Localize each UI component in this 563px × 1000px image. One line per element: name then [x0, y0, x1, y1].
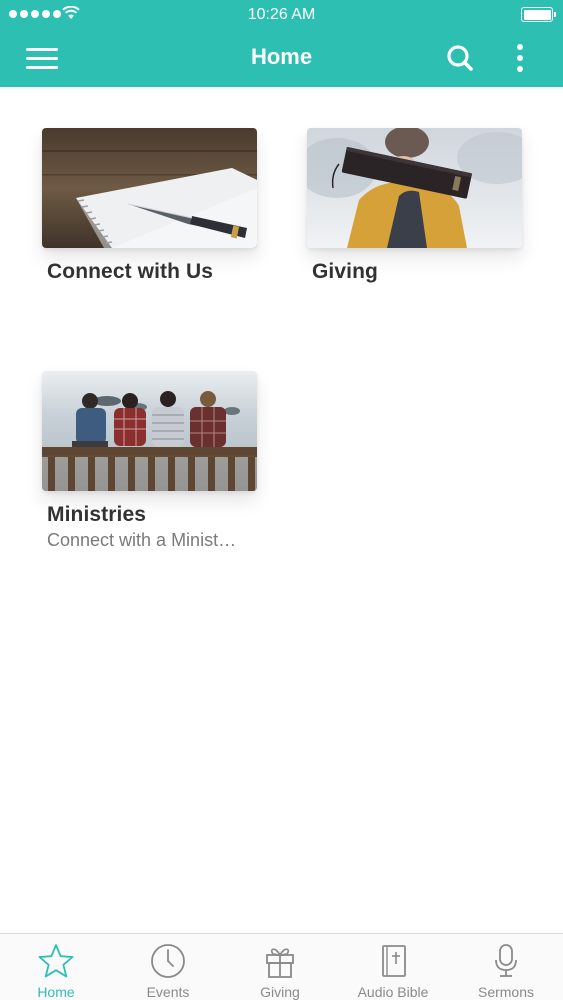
tile-title: Ministries — [47, 503, 147, 526]
bible-icon — [382, 945, 406, 977]
more-options-button[interactable] — [508, 41, 532, 75]
tab-label: Home — [37, 984, 75, 1000]
tile-title: Giving — [312, 260, 378, 283]
tab-giving[interactable]: Giving — [224, 934, 336, 1000]
tile-title: Connect with Us — [47, 260, 214, 283]
menu-button[interactable] — [26, 46, 58, 70]
page-title: Home — [250, 44, 313, 69]
tab-label: Audio Bible — [357, 984, 429, 1000]
friends-sitting-on-railing-photo — [42, 371, 257, 491]
tile-giving[interactable]: Giving — [307, 128, 522, 284]
bottom-tab-bar: Home Events Giving Audio Bible Sermons — [0, 933, 563, 1000]
tab-label: Sermons — [477, 984, 535, 1000]
tile-ministries[interactable]: Ministries Connect with a Minist… — [42, 371, 257, 551]
tab-label: Giving — [260, 984, 300, 1000]
tile-connect-with-us[interactable]: Connect with Us — [42, 128, 257, 284]
microphone-icon — [495, 944, 517, 977]
star-icon — [38, 944, 74, 978]
status-time: 10:26 AM — [247, 6, 316, 23]
battery-icon — [521, 7, 556, 22]
tile-subtitle: Connect with a Minist… — [47, 530, 237, 550]
clock-icon — [151, 944, 185, 978]
person-holding-bible-photo — [307, 128, 522, 248]
top-navigation-bar: Home — [0, 30, 563, 87]
tab-label: Events — [146, 984, 190, 1000]
gift-icon — [266, 948, 294, 978]
tab-audio-bible[interactable]: Audio Bible — [337, 934, 449, 1000]
tab-sermons[interactable]: Sermons — [450, 934, 562, 1000]
search-icon[interactable] — [444, 42, 476, 74]
notebook-pen-photo — [42, 128, 257, 248]
tab-home[interactable]: Home — [0, 934, 112, 1000]
status-bar: 10:26 AM — [0, 0, 563, 30]
tab-events[interactable]: Events — [112, 934, 224, 1000]
